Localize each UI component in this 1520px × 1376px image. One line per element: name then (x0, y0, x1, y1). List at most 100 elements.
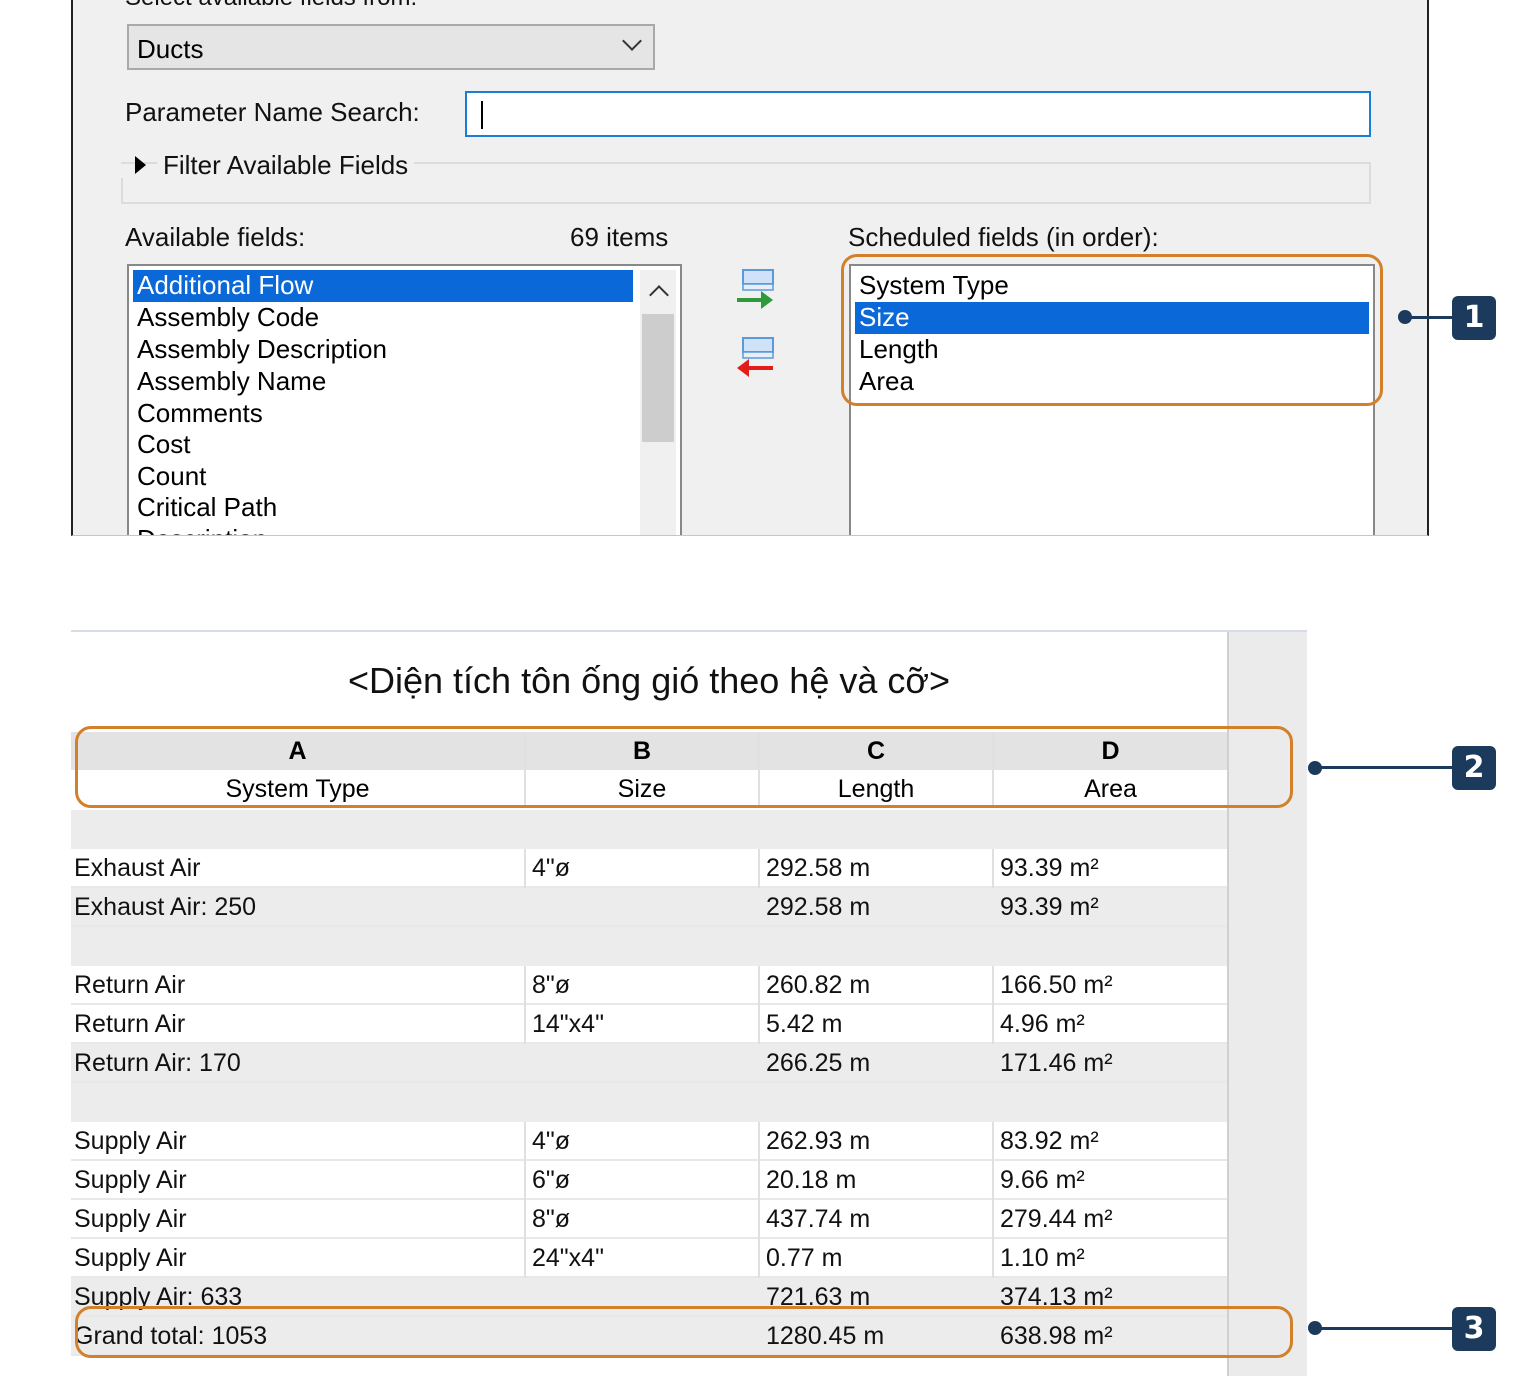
subtotal-row[interactable]: Exhaust Air: 250 292.58 m 93.39 m² (71, 888, 1227, 927)
column-divider (992, 1239, 994, 1278)
column-divider (524, 849, 526, 888)
group-spacer-row (71, 927, 1227, 966)
table-cell[interactable]: 8"ø (532, 966, 570, 1005)
table-row[interactable]: Supply Air 24"x4" 0.77 m 1.10 m² (71, 1239, 1227, 1278)
table-cell[interactable]: Exhaust Air (74, 849, 200, 888)
table-cell[interactable]: 4"ø (532, 1122, 570, 1161)
column-divider (992, 849, 994, 888)
text-caret (481, 101, 483, 129)
table-cell[interactable]: 5.42 m (766, 1005, 842, 1044)
column-divider (758, 1122, 760, 1161)
table-cell[interactable]: Exhaust Air: 250 (74, 888, 256, 927)
column-divider (992, 1122, 994, 1161)
table-row[interactable]: Supply Air 6"ø 20.18 m 9.66 m² (71, 1161, 1227, 1200)
chevron-down-icon (622, 31, 642, 51)
column-divider (758, 966, 760, 1005)
schedule-title: <Diện tích tôn ống gió theo hệ và cỡ> (347, 660, 950, 701)
table-cell[interactable]: 4.96 m² (1000, 1005, 1085, 1044)
scheduled-fields-label: Scheduled fields (in order): (848, 222, 1159, 252)
table-row[interactable]: Supply Air 4"ø 262.93 m 83.92 m² (71, 1122, 1227, 1161)
table-cell[interactable]: 171.46 m² (1000, 1044, 1113, 1083)
table-cell[interactable]: Return Air (74, 1005, 185, 1044)
group-spacer-row (71, 1083, 1227, 1122)
scrollbar-thumb[interactable] (642, 314, 674, 442)
list-item[interactable]: Critical Path (133, 492, 277, 524)
column-divider (758, 1161, 760, 1200)
list-item[interactable]: Description (133, 524, 267, 535)
callout-badge-1: 1 (1452, 296, 1496, 340)
table-cell[interactable]: 262.93 m (766, 1122, 870, 1161)
category-value: Ducts (137, 34, 204, 64)
list-item[interactable]: Assembly Code (133, 302, 319, 334)
available-fields-list[interactable]: Additional Flow Assembly Code Assembly D… (127, 264, 682, 535)
table-cell[interactable]: 279.44 m² (1000, 1200, 1113, 1239)
column-divider (758, 849, 760, 888)
table-row[interactable]: Supply Air 8"ø 437.74 m 279.44 m² (71, 1200, 1227, 1239)
table-row[interactable]: Exhaust Air 4"ø 292.58 m 93.39 m² (71, 849, 1227, 888)
available-list-scrollbar[interactable] (640, 270, 676, 535)
table-cell[interactable]: 166.50 m² (1000, 966, 1113, 1005)
table-cell[interactable]: 4"ø (532, 849, 570, 888)
table-cell[interactable]: Supply Air (74, 1161, 187, 1200)
callout-leader (1318, 1327, 1454, 1330)
filter-available-fields-toggle[interactable]: Filter Available Fields (157, 150, 415, 181)
list-item[interactable]: Count (133, 461, 206, 493)
parameter-search-input[interactable] (465, 91, 1371, 137)
column-divider (524, 1239, 526, 1278)
column-divider (524, 1200, 526, 1239)
table-cell[interactable]: 266.25 m (766, 1044, 870, 1083)
available-fields-label: Available fields: (125, 222, 306, 252)
callout-leader (1408, 316, 1454, 319)
table-cell[interactable]: Supply Air (74, 1200, 187, 1239)
table-cell[interactable]: 292.58 m (766, 888, 870, 927)
column-divider (992, 1161, 994, 1200)
list-item[interactable]: Assembly Name (133, 366, 326, 398)
table-cell[interactable]: 1.10 m² (1000, 1239, 1085, 1278)
table-cell[interactable]: 14"x4" (532, 1005, 604, 1044)
highlight-grand-total (75, 1306, 1293, 1358)
table-cell[interactable]: 8"ø (532, 1200, 570, 1239)
callout-badge-3: 3 (1452, 1307, 1496, 1351)
add-parameter-button[interactable] (735, 268, 775, 312)
table-cell[interactable]: 24"x4" (532, 1239, 604, 1278)
table-row[interactable]: Return Air 14"x4" 5.42 m 4.96 m² (71, 1005, 1227, 1044)
callout-leader (1318, 766, 1454, 769)
table-cell[interactable]: Return Air (74, 966, 185, 1005)
column-divider (758, 1239, 760, 1278)
table-cell[interactable]: 83.92 m² (1000, 1122, 1099, 1161)
list-item[interactable]: Assembly Description (133, 334, 387, 366)
table-cell[interactable]: 6"ø (532, 1161, 570, 1200)
select-fields-from-label: Select available fields from: (125, 0, 417, 12)
table-cell[interactable]: Supply Air (74, 1239, 187, 1278)
parameter-search-label: Parameter Name Search: (125, 97, 420, 127)
table-cell[interactable]: 292.58 m (766, 849, 870, 888)
list-item[interactable]: Cost (133, 429, 190, 461)
scroll-up-icon[interactable] (649, 285, 669, 305)
table-cell[interactable]: Return Air: 170 (74, 1044, 241, 1083)
column-divider (992, 966, 994, 1005)
table-cell[interactable]: 260.82 m (766, 966, 870, 1005)
column-divider (524, 1161, 526, 1200)
column-divider (524, 966, 526, 1005)
table-cell[interactable]: Supply Air (74, 1122, 187, 1161)
expand-triangle-icon[interactable] (135, 156, 146, 174)
column-divider (758, 1200, 760, 1239)
table-row[interactable]: Return Air 8"ø 260.82 m 166.50 m² (71, 966, 1227, 1005)
list-item[interactable]: Additional Flow (133, 270, 633, 302)
column-divider (524, 1122, 526, 1161)
table-cell[interactable]: 93.39 m² (1000, 888, 1099, 927)
add-parameter-icon (737, 269, 774, 309)
column-divider (992, 1200, 994, 1239)
highlight-column-headers (75, 726, 1293, 808)
category-dropdown[interactable]: Ducts (127, 24, 655, 70)
table-cell[interactable]: 0.77 m (766, 1239, 842, 1278)
subtotal-row[interactable]: Return Air: 170 266.25 m 171.46 m² (71, 1044, 1227, 1083)
table-cell[interactable]: 93.39 m² (1000, 849, 1099, 888)
remove-parameter-button[interactable] (735, 336, 775, 380)
list-item[interactable]: Comments (133, 398, 263, 430)
table-cell[interactable]: 437.74 m (766, 1200, 870, 1239)
column-divider (524, 1005, 526, 1044)
available-count: 69 items (570, 222, 669, 252)
table-cell[interactable]: 9.66 m² (1000, 1161, 1085, 1200)
table-cell[interactable]: 20.18 m (766, 1161, 856, 1200)
